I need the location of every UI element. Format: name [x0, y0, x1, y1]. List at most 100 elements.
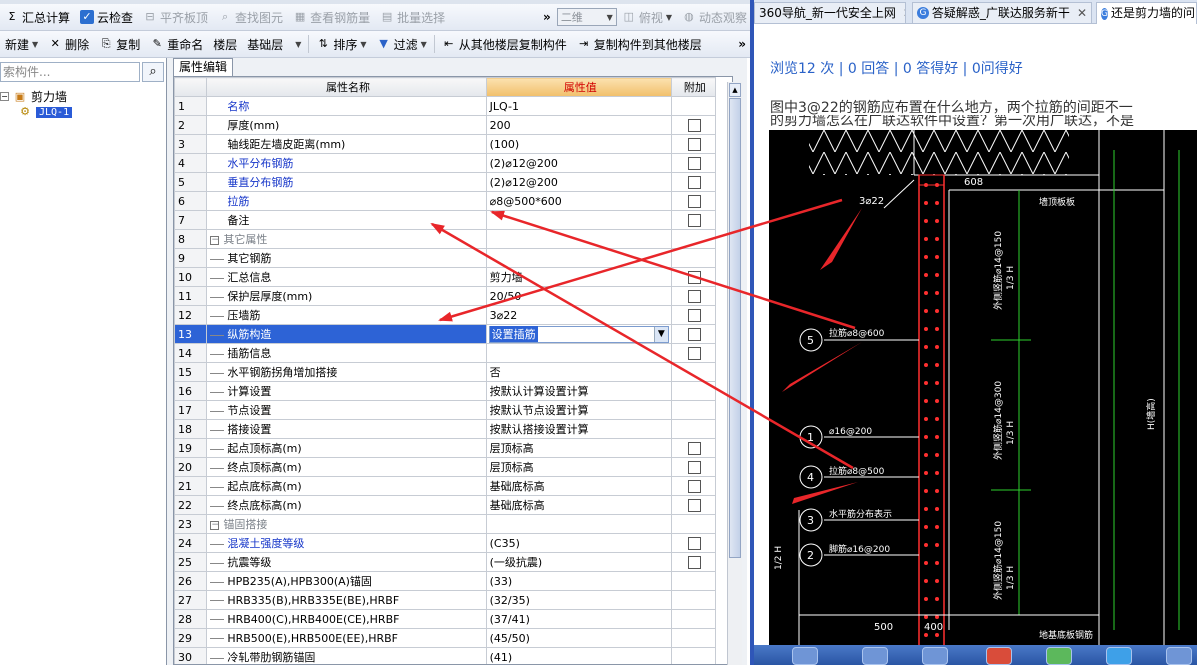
- property-value[interactable]: 基础底标高: [485, 495, 672, 515]
- property-value[interactable]: 3⌀22: [485, 305, 672, 325]
- taskbar-app-icon[interactable]: [922, 647, 948, 665]
- property-row[interactable]: 23− 锚固搭接: [174, 514, 717, 534]
- property-value[interactable]: ⌀8@500*600: [485, 191, 672, 211]
- extra-checkbox[interactable]: [688, 194, 702, 208]
- filter-button[interactable]: ▼ 过滤 ▼: [372, 33, 432, 55]
- extra-checkbox[interactable]: [688, 156, 702, 170]
- extra-checkbox[interactable]: [688, 213, 702, 227]
- property-row[interactable]: 15 水平钢筋拐角增加搭接否: [174, 362, 717, 382]
- extra-checkbox[interactable]: [688, 137, 702, 151]
- col-header-extra[interactable]: 附加: [670, 77, 717, 97]
- property-value[interactable]: 层顶标高: [485, 457, 672, 477]
- property-row[interactable]: 28 HRB400(C),HRB400E(CE),HRBF (37/41): [174, 609, 717, 629]
- property-value[interactable]: 按默认节点设置计算: [485, 400, 672, 420]
- extra-checkbox[interactable]: [688, 536, 702, 550]
- close-icon[interactable]: ✕: [1077, 4, 1087, 23]
- property-value[interactable]: (41): [485, 647, 672, 664]
- find-element-button[interactable]: ⌕ 查找图元: [213, 6, 288, 28]
- copy-from-floor-button[interactable]: ⇤ 从其他楼层复制构件: [437, 33, 572, 55]
- property-row[interactable]: 2 厚度(mm) 200: [174, 115, 717, 135]
- property-value[interactable]: (C35): [485, 533, 672, 553]
- extra-checkbox[interactable]: [688, 555, 702, 569]
- col-header-name[interactable]: 属性名称: [206, 77, 487, 97]
- tab-property-edit[interactable]: 属性编辑: [173, 58, 234, 76]
- property-row[interactable]: 29 HRB500(E),HRB500E(EE),HRBF (45/50): [174, 628, 717, 648]
- extra-checkbox[interactable]: [688, 118, 702, 132]
- taskbar-app-icon[interactable]: [1166, 647, 1192, 665]
- property-value[interactable]: (100): [485, 134, 672, 154]
- property-value[interactable]: [485, 514, 672, 534]
- tree-node-shear-wall[interactable]: − ▣ 剪力墙: [0, 88, 67, 105]
- property-value[interactable]: (33): [485, 571, 672, 591]
- property-value[interactable]: (32/35): [485, 590, 672, 610]
- extra-checkbox[interactable]: [688, 346, 702, 360]
- property-row[interactable]: 10 汇总信息 剪力墙: [174, 267, 717, 287]
- property-value[interactable]: 设置插筋 ▼: [485, 324, 672, 344]
- property-value[interactable]: [485, 248, 672, 268]
- property-row[interactable]: 4 水平分布钢筋 (2)⌀12@200: [174, 153, 717, 173]
- batch-select-button[interactable]: ▤ 批量选择: [375, 6, 450, 28]
- property-row[interactable]: 14 插筋信息: [174, 343, 717, 363]
- property-value[interactable]: 按默认搭接设置计算: [485, 419, 672, 439]
- collapse-icon[interactable]: −: [210, 235, 220, 245]
- property-row[interactable]: 24 混凝土强度等级 (C35): [174, 533, 717, 553]
- property-row[interactable]: 8− 其它属性: [174, 229, 717, 249]
- browser-tab-360[interactable]: 360导航_新一代安全上网✕: [754, 2, 906, 23]
- property-row[interactable]: 7 备注: [174, 210, 717, 230]
- property-value[interactable]: 20/50: [485, 286, 672, 306]
- property-row[interactable]: 26 HPB235(A),HPB300(A)锚固 (33): [174, 571, 717, 591]
- view-mode-select[interactable]: 二维 ▼: [556, 8, 617, 26]
- taskbar-app-icon[interactable]: [792, 647, 818, 665]
- chevron-down-icon[interactable]: ▼: [653, 326, 668, 342]
- property-value[interactable]: 基础底标高: [485, 476, 672, 496]
- browser-tab-question[interactable]: G 还是剪力墙的问: [1096, 2, 1197, 24]
- copy-to-floor-button[interactable]: ⇥ 复制构件到其他楼层: [572, 33, 707, 55]
- property-value[interactable]: (37/41): [485, 609, 672, 629]
- property-row[interactable]: 21 起点底标高(m) 基础底标高: [174, 476, 717, 496]
- property-value[interactable]: JLQ-1: [485, 96, 672, 116]
- cloud-check-button[interactable]: ✓ 云检查: [75, 6, 138, 28]
- dynamic-view-button[interactable]: ◍ 动态观察: [677, 6, 752, 28]
- grid-scrollbar[interactable]: ▲: [727, 82, 742, 665]
- property-row[interactable]: 20 终点顶标高(m) 层顶标高: [174, 457, 717, 477]
- floor-select[interactable]: 基础层 ▼: [242, 33, 306, 55]
- property-value[interactable]: (一级抗震): [485, 552, 672, 572]
- delete-button[interactable]: ✕ 删除: [43, 33, 94, 55]
- property-value[interactable]: 层顶标高: [485, 438, 672, 458]
- close-icon[interactable]: ✕: [903, 4, 905, 23]
- extra-checkbox[interactable]: [688, 175, 702, 189]
- value-dropdown[interactable]: 设置插筋 ▼: [488, 325, 669, 343]
- copy-button[interactable]: ⎘ 复制: [94, 33, 145, 55]
- property-value[interactable]: 否: [485, 362, 672, 382]
- extra-checkbox[interactable]: [688, 308, 702, 322]
- extra-checkbox[interactable]: [688, 270, 702, 284]
- search-input[interactable]: 索构件...: [0, 62, 140, 82]
- property-row[interactable]: 3 轴线距左墙皮距离(mm) (100): [174, 134, 717, 154]
- extra-checkbox[interactable]: [688, 327, 702, 341]
- property-row[interactable]: 18 搭接设置 按默认搭接设置计算: [174, 419, 717, 439]
- taskbar-app-icon[interactable]: [1046, 647, 1072, 665]
- property-row[interactable]: 25 抗震等级 (一级抗震): [174, 552, 717, 572]
- property-row[interactable]: 16 计算设置 按默认计算设置计算: [174, 381, 717, 401]
- new-button[interactable]: 新建 ▼: [0, 33, 43, 55]
- scroll-thumb[interactable]: [729, 98, 741, 558]
- extra-checkbox[interactable]: [688, 479, 702, 493]
- collapse-icon[interactable]: −: [0, 92, 9, 101]
- property-row[interactable]: 11 保护层厚度(mm) 20/50: [174, 286, 717, 306]
- scroll-up-icon[interactable]: ▲: [729, 83, 741, 97]
- property-value[interactable]: (2)⌀12@200: [485, 153, 672, 173]
- summary-calc-button[interactable]: Σ 汇总计算: [0, 6, 75, 28]
- extra-checkbox[interactable]: [688, 498, 702, 512]
- taskbar-app-icon[interactable]: [862, 647, 888, 665]
- view-angle-select[interactable]: ◫ 俯视 ▼: [617, 6, 677, 28]
- property-row[interactable]: 17 节点设置 按默认节点设置计算: [174, 400, 717, 420]
- property-value[interactable]: [485, 210, 672, 230]
- rename-button[interactable]: ✎ 重命名: [145, 33, 208, 55]
- property-row[interactable]: 30 冷轧带肋钢筋锚固 (41): [174, 647, 717, 664]
- property-row[interactable]: 12 压墙筋 3⌀22: [174, 305, 717, 325]
- property-value[interactable]: 200: [485, 115, 672, 135]
- extra-checkbox[interactable]: [688, 441, 702, 455]
- sort-button[interactable]: ⇅ 排序 ▼: [311, 33, 371, 55]
- property-row[interactable]: 27 HRB335(B),HRB335E(BE),HRBF (32/35): [174, 590, 717, 610]
- property-row[interactable]: 9 其它钢筋: [174, 248, 717, 268]
